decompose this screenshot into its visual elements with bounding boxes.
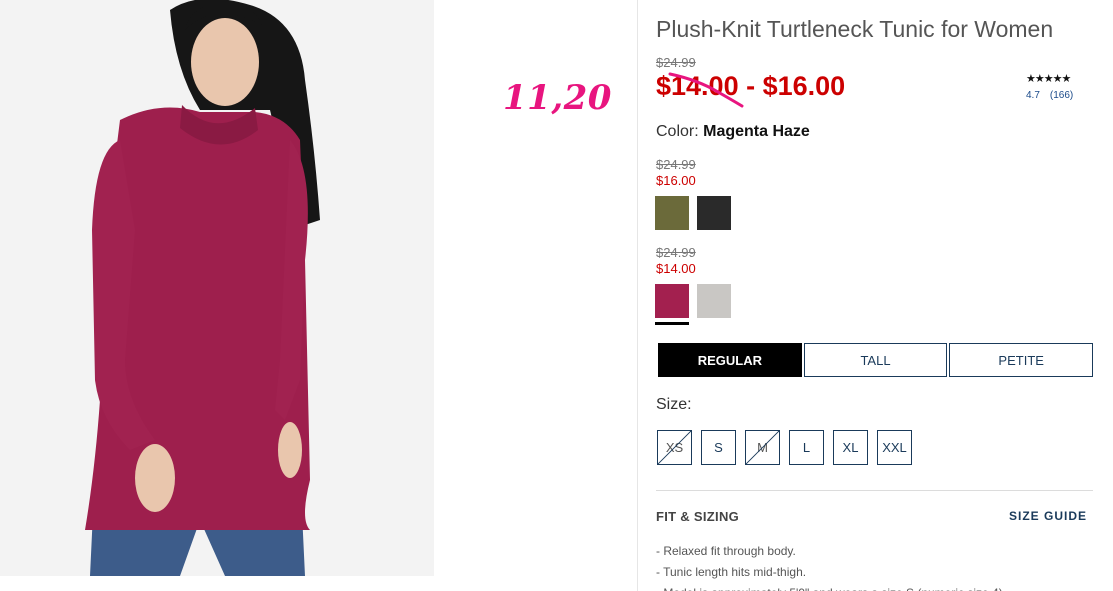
swatch-group-2-original-price: $24.99 xyxy=(656,245,696,260)
size-options: XS S M L XL XXL xyxy=(657,430,921,465)
fit-sizing-heading[interactable]: FIT & SIZING xyxy=(656,509,739,524)
swatch-group-2-sale-price: $14.00 xyxy=(656,261,696,276)
swatch-group-1-original-price: $24.99 xyxy=(656,157,696,172)
size-l-button[interactable]: L xyxy=(789,430,824,465)
product-page: 11,20 Plush-Knit Turtleneck Tunic for Wo… xyxy=(0,0,1113,591)
color-name: Magenta Haze xyxy=(703,123,810,140)
size-xl-button[interactable]: XL xyxy=(833,430,868,465)
size-s-button[interactable]: S xyxy=(701,430,736,465)
original-price: $24.99 xyxy=(656,55,696,70)
selected-swatch-indicator xyxy=(655,322,689,325)
list-item: - Relaxed fit through body. xyxy=(656,544,796,558)
size-label: Size: xyxy=(656,396,692,413)
product-rating[interactable]: ★★★★★ 4.7 (166) xyxy=(1026,73,1096,102)
selected-color: Color: Magenta Haze xyxy=(656,123,810,141)
swatch-group-1-sale-price: $16.00 xyxy=(656,173,696,188)
size-xxl-button[interactable]: XXL xyxy=(877,430,912,465)
star-rating-icon: ★★★★★ xyxy=(1026,73,1071,85)
fit-tabs: REGULAR TALL PETITE xyxy=(658,343,1094,377)
swatch-olive[interactable] xyxy=(655,196,689,230)
rating-value: 4.7 xyxy=(1026,90,1040,101)
product-title: Plush-Knit Turtleneck Tunic for Women xyxy=(656,16,1054,42)
model-illustration xyxy=(0,0,434,576)
divider xyxy=(656,490,1093,491)
color-label: Color: xyxy=(656,123,704,140)
size-xs-button[interactable]: XS xyxy=(657,430,692,465)
swatch-magenta-haze[interactable] xyxy=(655,284,689,318)
fit-sizing-details: - Relaxed fit through body. - Tunic leng… xyxy=(656,541,1096,591)
list-item: - Model is approximately 5'9" and wears … xyxy=(656,583,1096,591)
product-details-panel: Plush-Knit Turtleneck Tunic for Women $2… xyxy=(637,0,1113,591)
unavailable-slash-icon xyxy=(746,431,779,464)
product-photo[interactable] xyxy=(0,0,434,576)
tab-regular[interactable]: REGULAR xyxy=(658,343,802,377)
tab-petite[interactable]: PETITE xyxy=(949,343,1094,377)
list-item: - Tunic length hits mid-thigh. xyxy=(656,565,807,579)
size-guide-link[interactable]: SIZE GUIDE xyxy=(1009,509,1087,523)
sale-price: $14.00 - $16.00 xyxy=(656,71,846,101)
unavailable-slash-icon xyxy=(658,431,691,464)
tab-tall[interactable]: TALL xyxy=(803,343,948,377)
swatch-charcoal[interactable] xyxy=(697,196,731,230)
review-count[interactable]: (166) xyxy=(1050,90,1073,101)
size-m-button[interactable]: M xyxy=(745,430,780,465)
handwritten-annotation: 11,20 xyxy=(503,78,612,118)
swatch-heather-gray[interactable] xyxy=(697,284,731,318)
